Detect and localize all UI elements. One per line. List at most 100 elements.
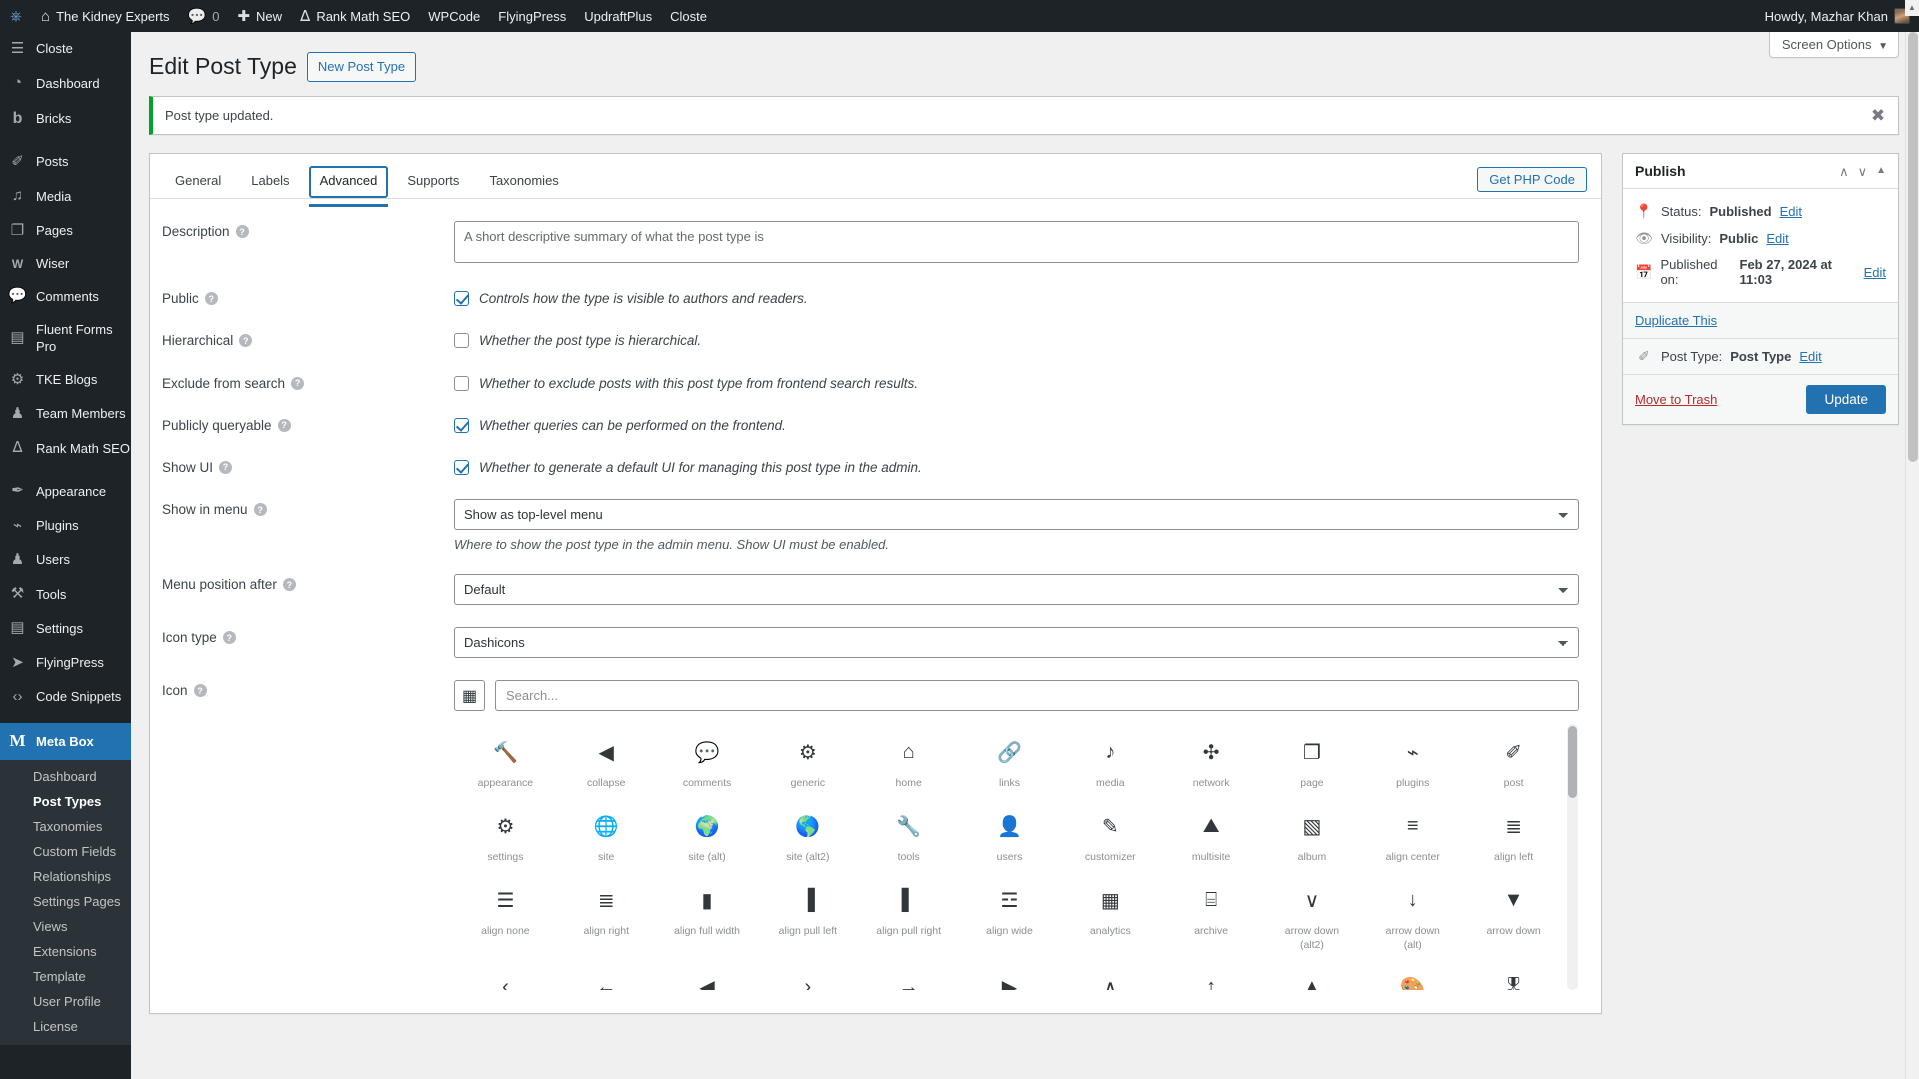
tab-advanced[interactable]: Advanced xyxy=(308,166,389,208)
icon-option-customizer[interactable]: ✎ customizer xyxy=(1060,798,1161,870)
update-button[interactable]: Update xyxy=(1806,385,1886,415)
submenu-item-dashboard[interactable]: Dashboard xyxy=(0,764,131,789)
edit-date-link[interactable]: Edit xyxy=(1864,265,1886,280)
question-icon[interactable]: ? xyxy=(253,503,267,517)
icon-option-tools[interactable]: 🔧 tools xyxy=(858,798,959,870)
icon-option-arrow-left[interactable]: ◀arrow left xyxy=(657,960,758,990)
icon-option-home[interactable]: ⌂ home xyxy=(858,724,959,796)
sidebar-item-team-members[interactable]: ♟ Team Members xyxy=(0,397,131,431)
icon-option-generic[interactable]: ⚙ generic xyxy=(757,724,858,796)
icon-option-art[interactable]: 🎨art xyxy=(1362,960,1463,990)
icon-option-arrow-down-alt-[interactable]: ↓ arrow down (alt) xyxy=(1362,872,1463,957)
icon-option-site-alt2-[interactable]: 🌎 site (alt2) xyxy=(757,798,858,870)
icon-option-media[interactable]: ♪ media xyxy=(1060,724,1161,796)
icon-option-align-wide[interactable]: ☲ align wide xyxy=(959,872,1060,957)
sidebar-item-tke-blogs[interactable]: ⚙ TKE Blogs xyxy=(0,363,131,397)
icon-option-plugins[interactable]: ⌁ plugins xyxy=(1362,724,1463,796)
scrollbar-up-arrow[interactable]: ▲ xyxy=(1905,0,1919,16)
submenu-item-relationships[interactable]: Relationships xyxy=(0,864,131,889)
icon-option-multisite[interactable]: ⛰ multisite xyxy=(1161,798,1262,870)
icon-option-settings[interactable]: ⚙ settings xyxy=(455,798,556,870)
new-content-menu[interactable]: ✚ New xyxy=(228,0,291,32)
icon-option-align-none[interactable]: ☰ align none xyxy=(455,872,556,957)
sidebar-item-settings[interactable]: ▤ Settings xyxy=(0,611,131,645)
my-account-menu[interactable]: Howdy, Mazhar Khan xyxy=(1756,0,1919,32)
question-icon[interactable]: ? xyxy=(222,631,236,645)
icon-option-align-right[interactable]: ≣ align right xyxy=(556,872,657,957)
submenu-item-custom-fields[interactable]: Custom Fields xyxy=(0,839,131,864)
question-icon[interactable]: ? xyxy=(282,578,296,592)
question-icon[interactable]: ? xyxy=(204,292,218,306)
grid-icon[interactable]: ▦ xyxy=(454,680,485,712)
edit-post-type-link[interactable]: Edit xyxy=(1799,349,1821,364)
edit-visibility-link[interactable]: Edit xyxy=(1766,231,1788,246)
hierarchical-checkbox[interactable] xyxy=(454,333,469,349)
icon-option-post[interactable]: ✐ post xyxy=(1463,724,1564,796)
close-circle-icon[interactable]: ✖ xyxy=(1867,105,1889,127)
adminbar-item-updraftplus[interactable]: UpdraftPlus xyxy=(575,0,661,32)
show-in-menu-select[interactable]: Show as top-level menu xyxy=(454,499,1579,531)
icon-option-network[interactable]: ✣ network xyxy=(1161,724,1262,796)
sidebar-item-meta-box[interactable]: M Meta Box xyxy=(0,723,131,761)
submenu-item-views[interactable]: Views xyxy=(0,914,131,939)
sidebar-item-comments[interactable]: 💬 Comments xyxy=(0,279,131,313)
submenu-item-user-profile[interactable]: User Profile xyxy=(0,989,131,1014)
icon-option-arrow-left-alt-[interactable]: ←arrow left (alt) xyxy=(556,960,657,990)
question-icon[interactable]: ? xyxy=(239,334,253,348)
sidebar-item-dashboard[interactable]: ◔ Dashboard xyxy=(0,66,131,100)
page-scrollbar[interactable] xyxy=(1905,32,1919,1079)
icon-option-arrow-up-alt-[interactable]: ↑arrow up (alt) xyxy=(1161,960,1262,990)
edit-status-link[interactable]: Edit xyxy=(1780,204,1802,219)
move-down-icon[interactable]: ∨ xyxy=(1858,165,1868,178)
sidebar-item-flyingpress[interactable]: ➤ FlyingPress xyxy=(0,646,131,680)
icon-option-comments[interactable]: 💬 comments xyxy=(657,724,758,796)
sidebar-item-rank-math-seo[interactable]: ᐃ Rank Math SEO xyxy=(0,431,131,465)
icon-option-appearance[interactable]: 🔨 appearance xyxy=(455,724,556,796)
icon-type-select[interactable]: Dashicons xyxy=(454,627,1579,659)
sidebar-item-wiser[interactable]: W Wiser xyxy=(0,248,131,280)
sidebar-item-fluent-forms-pro[interactable]: ▤ Fluent Forms Pro xyxy=(0,314,131,363)
sidebar-item-tools[interactable]: ⚒ Tools xyxy=(0,577,131,611)
toggle-panel-icon[interactable]: ▲ xyxy=(1876,166,1886,176)
icon-option-arrow-down-alt2-[interactable]: ∨ arrow down (alt2) xyxy=(1262,872,1363,957)
screen-options-button[interactable]: Screen Options ▼ xyxy=(1768,32,1899,58)
icon-option-page[interactable]: ❐ page xyxy=(1262,724,1363,796)
new-post-type-button[interactable]: New Post Type xyxy=(306,52,417,83)
get-php-code-button[interactable]: Get PHP Code xyxy=(1477,166,1587,192)
icon-option-align-full-width[interactable]: ▮ align full width xyxy=(657,872,758,957)
icon-option-analytics[interactable]: ▦ analytics xyxy=(1060,872,1161,957)
icon-option-arrow-right[interactable]: ▶arrow right xyxy=(959,960,1060,990)
tab-labels[interactable]: Labels xyxy=(240,166,300,198)
tab-taxonomies[interactable]: Taxonomies xyxy=(478,166,569,198)
icon-search-input[interactable] xyxy=(495,680,1579,712)
icon-option-album[interactable]: ▧ album xyxy=(1262,798,1363,870)
adminbar-item-flyingpress[interactable]: FlyingPress xyxy=(489,0,575,32)
icon-option-arrow-left-alt2-[interactable]: ‹arrow left (alt2) xyxy=(455,960,556,990)
icon-option-collapse[interactable]: ◀ collapse xyxy=(556,724,657,796)
site-name-menu[interactable]: ⌂ The Kidney Experts xyxy=(32,0,179,32)
icon-option-awards[interactable]: 🎖awards xyxy=(1463,960,1564,990)
question-icon[interactable]: ? xyxy=(193,684,207,698)
menu-position-after-select[interactable]: Default xyxy=(454,574,1579,606)
sidebar-item-closte[interactable]: ☰ Closte xyxy=(0,32,131,66)
icon-option-arrow-right-alt2-[interactable]: ›arrow right (alt2) xyxy=(757,960,858,990)
duplicate-this-link[interactable]: Duplicate This xyxy=(1635,313,1717,328)
icon-option-arrow-up[interactable]: ▲arrow up xyxy=(1262,960,1363,990)
icon-option-arrow-up-alt2-[interactable]: ∧arrow up (alt2) xyxy=(1060,960,1161,990)
show-ui-checkbox[interactable] xyxy=(454,459,469,475)
question-icon[interactable]: ? xyxy=(277,418,291,432)
sidebar-item-media[interactable]: ♫ Media xyxy=(0,179,131,213)
adminbar-item-wpcode[interactable]: WPCode xyxy=(419,0,489,32)
icon-option-align-center[interactable]: ≡ align center xyxy=(1362,798,1463,870)
icon-grid-scroll-thumb[interactable] xyxy=(1568,726,1577,799)
comments-menu[interactable]: 💬 0 xyxy=(179,0,229,32)
adminbar-item-closte[interactable]: Closte xyxy=(661,0,716,32)
icon-grid-scroll-area[interactable]: 🔨 appearance ◀ collapse 💬 comments ⚙ generic ⌂ ho… xyxy=(454,723,1579,991)
question-icon[interactable]: ? xyxy=(291,376,305,390)
sidebar-item-appearance[interactable]: ✒ Appearance xyxy=(0,474,131,508)
icon-option-archive[interactable]: ⌸ archive xyxy=(1161,872,1262,957)
move-to-trash-link[interactable]: Move to Trash xyxy=(1635,392,1717,407)
icon-option-links[interactable]: 🔗 links xyxy=(959,724,1060,796)
icon-option-align-left[interactable]: ≣ align left xyxy=(1463,798,1564,870)
icon-option-arrow-right-alt-[interactable]: →arrow right (alt) xyxy=(858,960,959,990)
